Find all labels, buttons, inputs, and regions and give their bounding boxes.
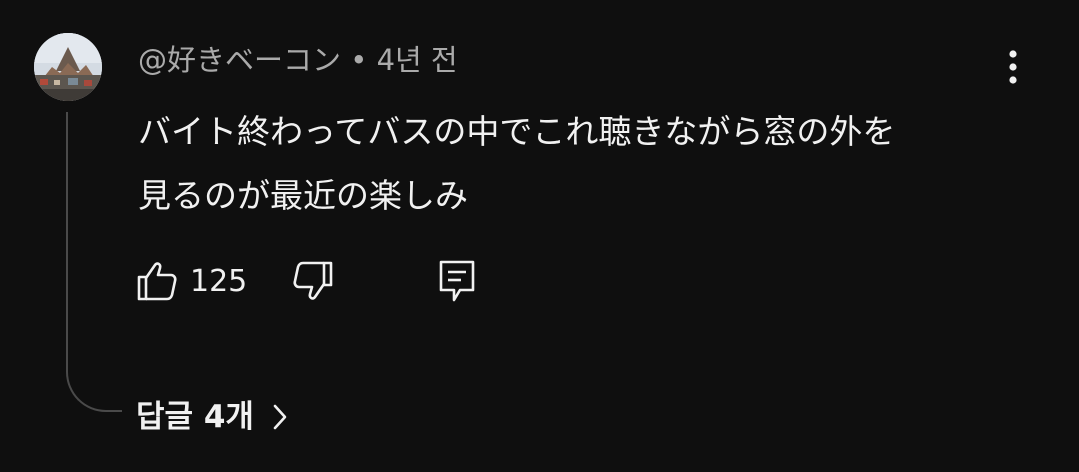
- author-name[interactable]: @好きベーコン: [138, 43, 341, 77]
- dislike-button[interactable]: [290, 258, 340, 306]
- comment-text: バイト終わってバスの中でこれ聴きながら窓の外を 見るのが最近の楽しみ: [138, 100, 998, 228]
- replies-count-label: 답글 4개: [136, 399, 254, 435]
- reply-thread-line: [66, 112, 122, 412]
- avatar-image: [34, 33, 102, 101]
- comment-text-line: バイト終わってバスの中でこれ聴きながら窓の外を: [138, 112, 896, 151]
- like-count: 125: [190, 264, 248, 299]
- comment-header: @好きベーコン • 4년 전: [138, 40, 458, 80]
- like-button[interactable]: [134, 258, 184, 306]
- view-replies-button[interactable]: 답글 4개: [136, 392, 290, 442]
- thumb-down-icon: [293, 261, 333, 300]
- chevron-right-icon: [273, 404, 287, 430]
- avatar[interactable]: [34, 33, 102, 101]
- comment-icon: [439, 260, 475, 302]
- more-actions-button[interactable]: [996, 46, 1030, 90]
- comment-thread: @好きベーコン • 4년 전 バイト終わってバスの中でこれ聴きながら窓の外を 見…: [0, 0, 1079, 472]
- timestamp[interactable]: 4년 전: [377, 43, 458, 77]
- more-vert-icon: [1009, 50, 1017, 84]
- reply-button[interactable]: [434, 258, 484, 306]
- comment-text-line: 見るのが最近の楽しみ: [138, 176, 468, 215]
- header-separator: •: [341, 43, 377, 77]
- thumb-up-icon: [137, 262, 177, 301]
